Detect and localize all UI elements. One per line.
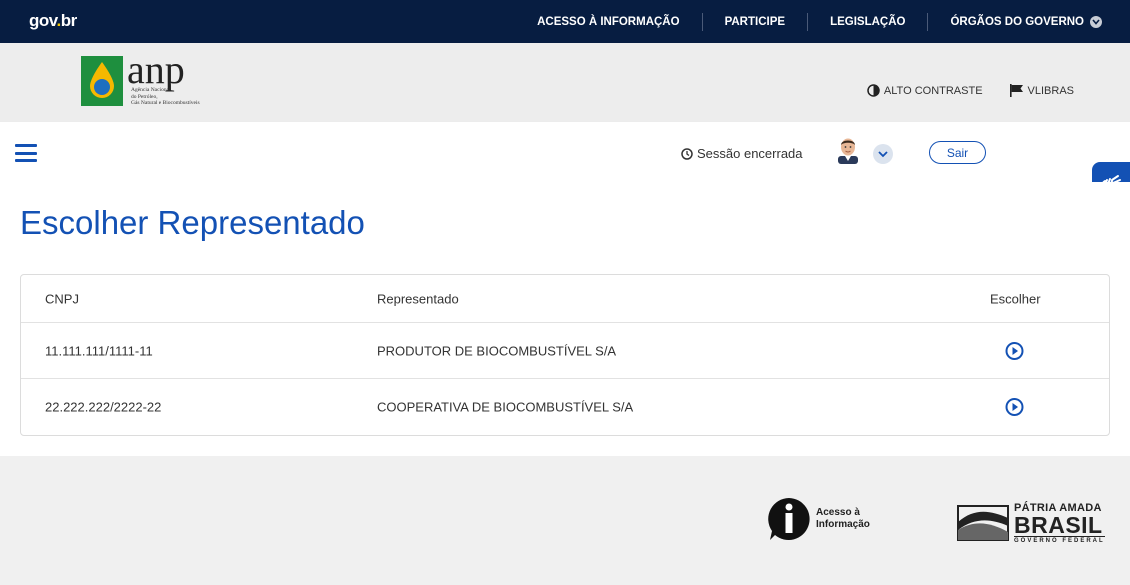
chevron-down-icon[interactable] xyxy=(1090,15,1102,28)
table-row: 11.111.111/1111-11 PRODUTOR DE BIOCOMBUS… xyxy=(21,323,1109,379)
nav-orgaos-governo-label: ÓRGÃOS DO GOVERNO xyxy=(950,15,1084,28)
anp-subtitle-line-3: Gás Natural e Biocombustíveis xyxy=(131,100,200,106)
accessibility-links: ALTO CONTRASTE VLIBRAS xyxy=(867,84,1074,97)
nav-legislacao[interactable]: LEGISLAÇÃO xyxy=(808,12,929,31)
play-circle-icon[interactable] xyxy=(1005,398,1024,417)
user-avatar[interactable] xyxy=(836,136,860,164)
page-title: Escolher Representado xyxy=(20,204,365,241)
brasil-flag-mark-icon xyxy=(957,505,1009,541)
column-header-representado: Representado xyxy=(377,291,459,306)
table-row: 22.222.222/2222-22 COOPERATIVA DE BIOCOM… xyxy=(21,379,1109,435)
nav-participe[interactable]: PARTICIPE xyxy=(703,12,809,31)
govbr-nav: ACESSO À INFORMAÇÃO PARTICIPE LEGISLAÇÃO… xyxy=(515,0,1102,43)
cnpj-cell: 11.111.111/1111-11 xyxy=(45,343,153,358)
user-menu-chevron-icon[interactable] xyxy=(873,144,893,164)
patria-line-2: BRASIL xyxy=(1014,512,1103,538)
vlibras-link[interactable]: VLIBRAS xyxy=(1009,84,1074,97)
info-bubble-icon xyxy=(768,498,810,540)
nav-orgaos-governo[interactable]: ÓRGÃOS DO GOVERNO xyxy=(928,13,1102,31)
nav-acesso-informacao[interactable]: ACESSO À INFORMAÇÃO xyxy=(515,12,703,31)
column-header-cnpj: CNPJ xyxy=(45,291,79,306)
acesso-line-2: Informação xyxy=(816,519,870,530)
column-header-escolher: Escolher xyxy=(990,291,1041,306)
cnpj-cell: 22.222.222/2222-22 xyxy=(45,399,162,415)
representado-cell: COOPERATIVA DE BIOCOMBUSTÍVEL S/A xyxy=(377,399,634,415)
representado-cell: PRODUTOR DE BIOCOMBUSTÍVEL S/A xyxy=(377,343,617,358)
acesso-line-1: Acesso à xyxy=(816,507,860,518)
vlibras-label: VLIBRAS xyxy=(1027,84,1074,97)
session-status-text: Sessão encerrada xyxy=(697,146,803,161)
footer: Acesso à Informação PÁTRIA AMADA BRASIL … xyxy=(0,456,1130,585)
representados-table: CNPJ Representado Escolher 11.111.111/11… xyxy=(20,274,1110,436)
govbr-logo[interactable]: gov.br xyxy=(29,11,77,31)
main-content: Escolher Representado CNPJ Representado … xyxy=(0,182,1130,456)
anp-logo-text: anp xyxy=(127,47,185,92)
flag-icon xyxy=(1009,84,1023,97)
table-header-row: CNPJ Representado Escolher xyxy=(21,275,1109,323)
acesso-informacao-text: Acesso à Informação xyxy=(816,507,870,531)
patria-text: PÁTRIA AMADA BRASIL GOVERNO FEDERAL xyxy=(1014,502,1105,544)
play-circle-icon[interactable] xyxy=(1005,341,1024,360)
session-status: Sessão encerrada xyxy=(681,146,803,161)
contrast-icon xyxy=(867,84,880,97)
anp-flag-graphic xyxy=(81,56,123,106)
govbr-logo-suffix: br xyxy=(60,11,78,30)
govbr-top-bar: gov.br ACESSO À INFORMAÇÃO PARTICIPE LEG… xyxy=(0,0,1130,43)
session-bar: Sessão encerrada Sair xyxy=(0,122,1130,182)
govbr-logo-prefix: gov xyxy=(29,11,57,30)
anp-header: anp Agência Nacional do Petróleo, Gás Na… xyxy=(0,43,1130,122)
patria-line-3: GOVERNO FEDERAL xyxy=(1014,536,1105,544)
sair-button[interactable]: Sair xyxy=(929,141,986,164)
anp-logo[interactable]: anp Agência Nacional do Petróleo, Gás Na… xyxy=(81,50,211,108)
patria-amada-brasil-logo[interactable]: PÁTRIA AMADA BRASIL GOVERNO FEDERAL xyxy=(956,502,1105,544)
alto-contraste-label: ALTO CONTRASTE xyxy=(883,84,983,97)
anp-logo-subtitle: Agência Nacional do Petróleo, Gás Natura… xyxy=(131,87,211,107)
clock-icon xyxy=(681,147,693,160)
menu-hamburger-icon[interactable] xyxy=(15,144,37,162)
alto-contraste-link[interactable]: ALTO CONTRASTE xyxy=(867,84,983,97)
acesso-informacao-logo[interactable]: Acesso à Informação xyxy=(766,496,870,542)
oil-drop-icon xyxy=(90,62,114,98)
